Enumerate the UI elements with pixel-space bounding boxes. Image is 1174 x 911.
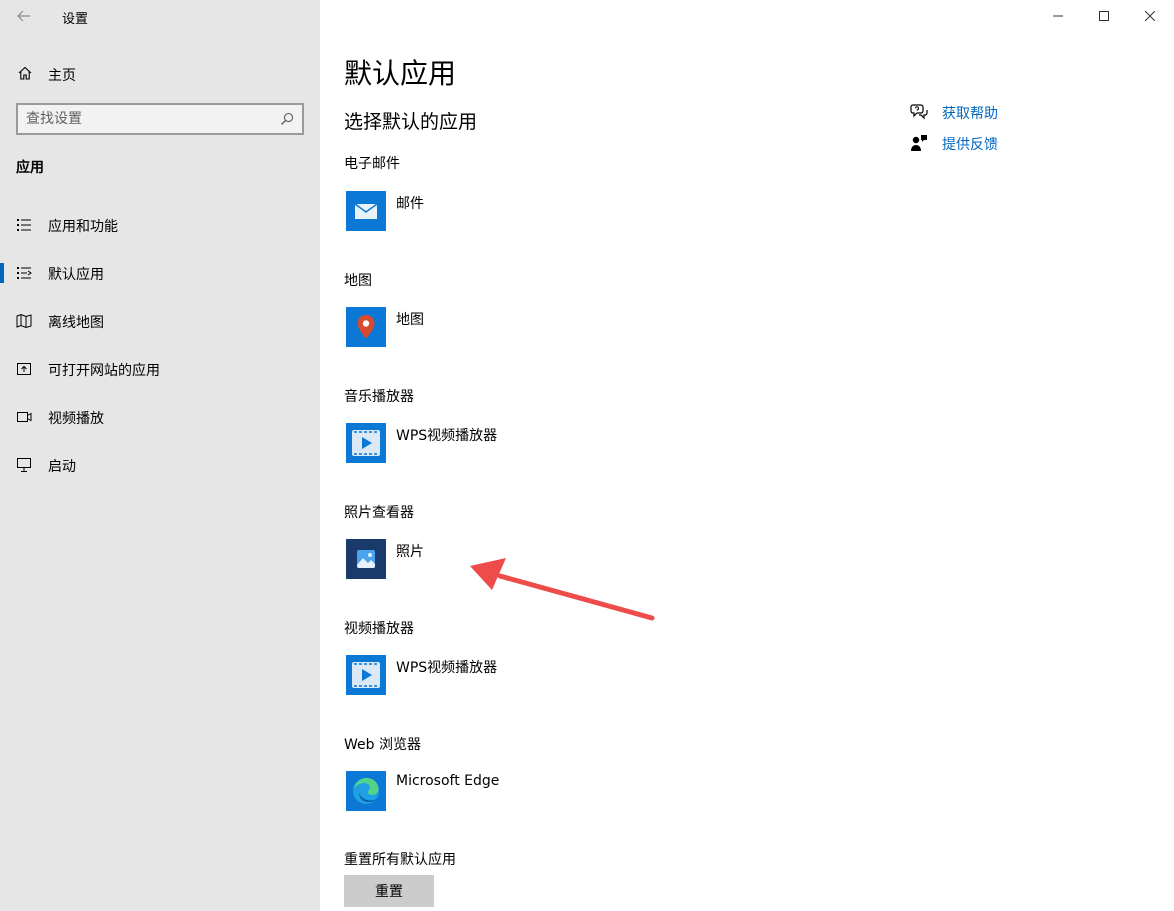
window-title: 设置 (62, 12, 89, 27)
sidebar-section-title: 应用 (16, 160, 44, 176)
category-label-maps: 地图 (344, 273, 372, 289)
default-app-web-browser[interactable]: Microsoft Edge (346, 771, 646, 811)
offline-maps-icon (16, 313, 32, 329)
sidebar-item-label: 启动 (48, 459, 76, 475)
get-help-label: 获取帮助 (942, 106, 998, 122)
app-name: Microsoft Edge (396, 773, 500, 789)
page-subtitle: 选择默认的应用 (344, 111, 478, 133)
mail-app-icon (346, 191, 386, 231)
back-arrow-icon (17, 10, 30, 22)
feedback-icon (911, 135, 927, 151)
search-input[interactable] (26, 110, 266, 128)
sidebar-item-label: 主页 (48, 68, 76, 84)
reset-button[interactable]: 重置 (344, 875, 434, 907)
apps-for-websites-icon (17, 363, 31, 375)
category-label-photo-viewer: 照片查看器 (344, 505, 414, 521)
wps-player-icon (346, 655, 386, 695)
minimize-button[interactable] (1035, 0, 1081, 32)
sidebar-item-default-apps[interactable]: 默认应用 (0, 255, 320, 291)
help-chat-icon (910, 104, 928, 120)
search-icon[interactable] (280, 112, 294, 126)
app-name: 邮件 (396, 196, 424, 212)
sidebar-item-label: 可打开网站的应用 (48, 363, 160, 379)
sidebar-item-label: 应用和功能 (48, 219, 118, 235)
category-label-web-browser: Web 浏览器 (344, 737, 421, 753)
page-title: 默认应用 (344, 57, 457, 90)
sidebar-item-apps-features[interactable]: 应用和功能 (0, 207, 320, 243)
maximize-button[interactable] (1081, 0, 1127, 32)
close-icon (1145, 11, 1155, 21)
category-label-music-player: 音乐播放器 (344, 389, 414, 405)
app-name: WPS视频播放器 (396, 428, 498, 444)
wps-player-icon (346, 423, 386, 463)
maps-app-icon (346, 307, 386, 347)
edge-icon (346, 771, 386, 811)
search-box[interactable] (16, 103, 304, 135)
photos-app-icon (346, 539, 386, 579)
default-app-music-player[interactable]: WPS视频播放器 (346, 423, 646, 463)
app-name: 照片 (396, 544, 424, 560)
sidebar-item-label: 默认应用 (48, 267, 104, 283)
back-button[interactable] (12, 4, 36, 28)
close-button[interactable] (1127, 0, 1173, 32)
reset-label: 重置所有默认应用 (344, 852, 456, 868)
apps-features-icon (17, 219, 31, 231)
sidebar-item-apps-for-websites[interactable]: 可打开网站的应用 (0, 351, 320, 387)
video-playback-icon (17, 412, 32, 422)
minimize-icon (1053, 15, 1063, 17)
default-app-email[interactable]: 邮件 (346, 191, 646, 231)
sidebar-item-home[interactable]: 主页 (0, 56, 320, 90)
sidebar-item-label: 视频播放 (48, 411, 104, 427)
maximize-icon (1099, 11, 1109, 21)
default-apps-icon (17, 267, 32, 279)
startup-icon (17, 458, 31, 472)
sidebar-item-label: 离线地图 (48, 315, 104, 331)
feedback-label: 提供反馈 (942, 137, 998, 153)
home-icon (18, 66, 32, 80)
sidebar-item-offline-maps[interactable]: 离线地图 (0, 303, 320, 339)
category-label-email: 电子邮件 (344, 156, 400, 172)
default-app-video-player[interactable]: WPS视频播放器 (346, 655, 646, 695)
sidebar-item-video-playback[interactable]: 视频播放 (0, 399, 320, 435)
annotation-arrow (470, 558, 655, 621)
category-label-video-player: 视频播放器 (344, 621, 414, 637)
default-app-maps[interactable]: 地图 (346, 307, 646, 347)
app-name: 地图 (396, 312, 424, 328)
sidebar: 设置 主页 应用 应用和功能 默认应用 离线地图 (0, 0, 320, 911)
app-name: WPS视频播放器 (396, 660, 498, 676)
sidebar-item-startup[interactable]: 启动 (0, 447, 320, 483)
